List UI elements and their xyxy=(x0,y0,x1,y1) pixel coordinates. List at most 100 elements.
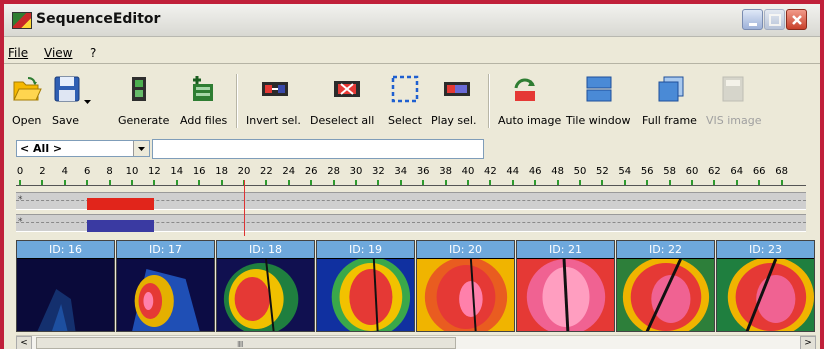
full-frame-button[interactable]: Full frame xyxy=(638,66,700,132)
window-title: SequenceEditor xyxy=(36,11,161,27)
thumbnail-label: ID: 21 xyxy=(517,241,614,258)
ruler-label: 8 xyxy=(106,166,113,177)
timeline[interactable]: 0 2 4 6 8 10 12 14 16 18 20 22 24 26 28 30 32 34 36 38 40 42 4… xyxy=(16,166,816,236)
app-icon xyxy=(12,12,32,29)
tile-window-icon xyxy=(586,76,612,102)
toolbar-separator xyxy=(488,74,490,128)
ruler-label: 10 xyxy=(125,166,139,177)
thumbnail-frame[interactable]: ID: 22 xyxy=(616,240,715,332)
ruler-label: 62 xyxy=(708,166,721,177)
menu-help[interactable]: ? xyxy=(90,46,96,60)
thermal-image xyxy=(17,259,114,331)
save-button[interactable]: Save xyxy=(50,66,100,132)
tile-window-button[interactable]: Tile window xyxy=(564,66,634,132)
ruler-label: 0 xyxy=(16,166,24,177)
vis-image-button[interactable]: VIS image xyxy=(702,66,766,132)
ruler-label: 20 xyxy=(237,166,251,177)
thumbnail-frame[interactable]: ID: 20 xyxy=(416,240,515,332)
ruler-label: 34 xyxy=(394,166,408,177)
filter-combo[interactable]: < All > xyxy=(16,140,150,157)
auto-image-button[interactable]: Auto image xyxy=(494,66,561,132)
selection-range-red[interactable] xyxy=(87,198,155,210)
menu-bar: File View ? xyxy=(4,43,820,63)
ruler-label: 52 xyxy=(596,166,609,177)
floppy-disk-icon xyxy=(54,76,80,102)
thumbnail-frame[interactable]: ID: 16 xyxy=(16,240,115,332)
ruler-label: 58 xyxy=(663,166,676,177)
selection-range-blue[interactable] xyxy=(87,220,155,232)
ruler-label: 30 xyxy=(349,166,363,177)
deselect-all-icon xyxy=(334,81,360,97)
vis-image-icon xyxy=(722,76,744,102)
thumbnail-label: ID: 17 xyxy=(117,241,214,258)
generate-button[interactable]: Generate xyxy=(106,66,169,132)
thumbnail-strip: ID: 16 ID: 17 ID: 18 ID: 19 ID: 20 ID: 2… xyxy=(16,240,820,334)
thumbnail-frame[interactable]: ID: 21 xyxy=(516,240,615,332)
track-marker: * xyxy=(18,217,23,227)
maximize-button[interactable] xyxy=(764,9,785,30)
filter-text-input[interactable] xyxy=(152,139,484,159)
thermal-image xyxy=(417,259,514,331)
ruler-label: 4 xyxy=(61,166,68,177)
thumbnail-label: ID: 16 xyxy=(17,241,114,258)
ruler-label: 50 xyxy=(573,166,587,177)
open-button[interactable]: Open xyxy=(8,66,48,132)
title-bar[interactable]: SequenceEditor xyxy=(4,4,820,37)
sequence-editor-window: SequenceEditor File View ? Open Save Gen… xyxy=(4,4,820,349)
generate-icon xyxy=(132,77,146,101)
thermal-image xyxy=(217,259,314,331)
ruler-label: 16 xyxy=(192,166,206,177)
toolbar: Open Save Generate Add files Invert sel.… xyxy=(4,66,820,132)
menu-divider xyxy=(4,63,820,64)
timeline-cursor[interactable] xyxy=(244,180,245,236)
play-selection-button[interactable]: Play sel. xyxy=(428,66,484,132)
thumbnail-frame[interactable]: ID: 18 xyxy=(216,240,315,332)
select-marquee-icon xyxy=(391,75,419,103)
ruler-label: 18 xyxy=(215,166,228,177)
ruler-label: 54 xyxy=(618,166,632,177)
ruler-label: 2 xyxy=(39,166,46,177)
thermal-image xyxy=(517,259,614,331)
ruler-label: 26 xyxy=(304,166,318,177)
thumbnail-frame[interactable]: ID: 23 xyxy=(716,240,815,332)
folder-open-icon xyxy=(13,77,42,101)
select-button[interactable]: Select xyxy=(384,66,426,132)
menu-view[interactable]: View xyxy=(44,46,72,60)
deselect-all-button[interactable]: Deselect all xyxy=(310,66,380,132)
dropdown-arrow-icon[interactable] xyxy=(84,100,92,106)
ruler-label: 44 xyxy=(506,166,520,177)
ruler-label: 68 xyxy=(775,166,788,177)
scroll-left-button[interactable]: < xyxy=(16,336,32,349)
scrollbar-thumb[interactable]: IIII xyxy=(36,337,456,349)
ruler-label: 6 xyxy=(84,166,91,177)
scroll-right-button[interactable]: > xyxy=(800,336,816,349)
ruler-label: 22 xyxy=(260,166,273,177)
thermal-image xyxy=(317,259,414,331)
ruler-label: 66 xyxy=(752,166,766,177)
thumbnail-frame[interactable]: ID: 17 xyxy=(116,240,215,332)
filter-bar: < All > xyxy=(4,136,820,160)
minimize-button[interactable] xyxy=(742,9,763,30)
ruler-label: 32 xyxy=(372,166,385,177)
menu-file[interactable]: File xyxy=(8,46,28,60)
add-files-button[interactable]: Add files xyxy=(174,66,230,132)
thumbnail-label: ID: 23 xyxy=(717,241,814,258)
ruler-label: 48 xyxy=(551,166,564,177)
invert-selection-button[interactable]: Invert sel. xyxy=(242,66,306,132)
auto-image-icon xyxy=(514,78,535,101)
thumbnail-frame[interactable]: ID: 19 xyxy=(316,240,415,332)
full-frame-icon xyxy=(658,76,684,102)
ruler-label: 56 xyxy=(640,166,654,177)
thumbnail-label: ID: 20 xyxy=(417,241,514,258)
track-marker: * xyxy=(18,195,23,205)
ruler-label: 42 xyxy=(484,166,497,177)
horizontal-scrollbar[interactable]: < IIII > xyxy=(16,335,816,349)
ruler-baseline xyxy=(16,185,806,186)
combo-dropdown-button[interactable] xyxy=(133,141,149,156)
ruler-label: 60 xyxy=(685,166,699,177)
ruler-label: 40 xyxy=(461,166,475,177)
chevron-down-icon xyxy=(138,147,145,151)
close-button[interactable] xyxy=(786,9,807,30)
ruler-label: 12 xyxy=(148,166,161,177)
ruler-label: 24 xyxy=(282,166,296,177)
